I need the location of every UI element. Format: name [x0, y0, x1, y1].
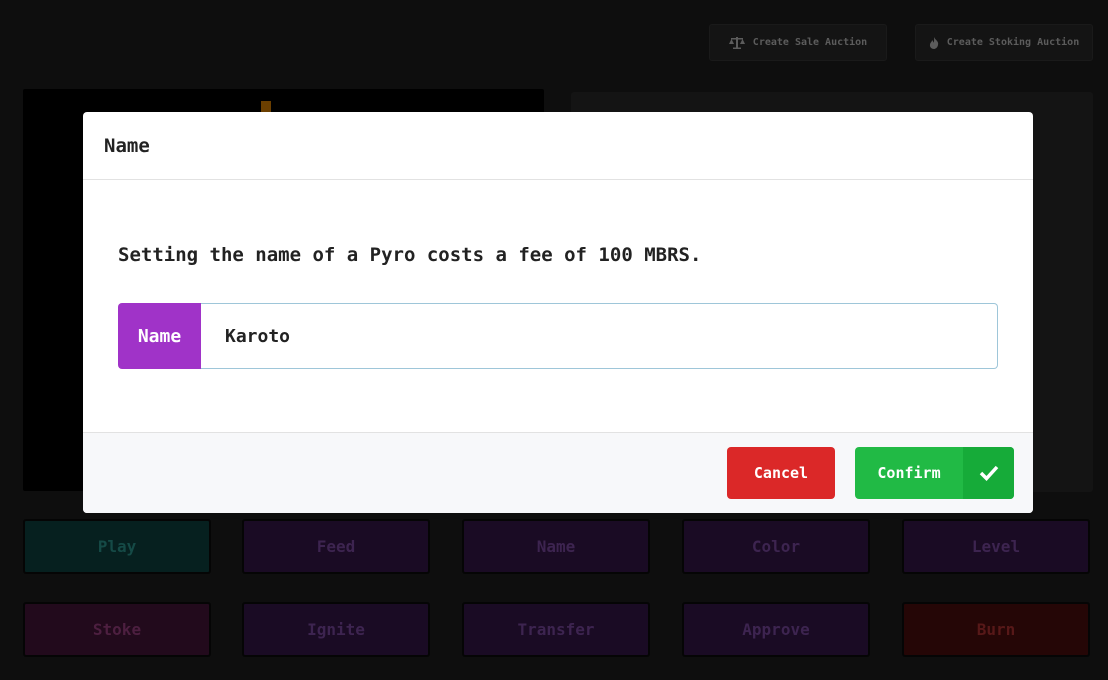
confirm-button-label: Confirm — [877, 464, 941, 482]
fee-description: Setting the name of a Pyro costs a fee o… — [118, 244, 702, 266]
name-input[interactable] — [201, 303, 998, 369]
name-modal: Name Setting the name of a Pyro costs a … — [83, 112, 1033, 513]
cancel-button[interactable]: Cancel — [727, 447, 835, 499]
modal-body: Setting the name of a Pyro costs a fee o… — [83, 180, 1033, 432]
name-input-group: Name — [118, 303, 998, 369]
modal-title: Name — [83, 112, 1033, 180]
modal-footer: Cancel Confirm — [83, 432, 1033, 513]
cancel-button-label: Cancel — [753, 464, 809, 482]
name-input-label: Name — [118, 303, 201, 369]
confirm-button[interactable]: Confirm — [855, 447, 1014, 499]
checkmark-icon — [963, 447, 1014, 499]
